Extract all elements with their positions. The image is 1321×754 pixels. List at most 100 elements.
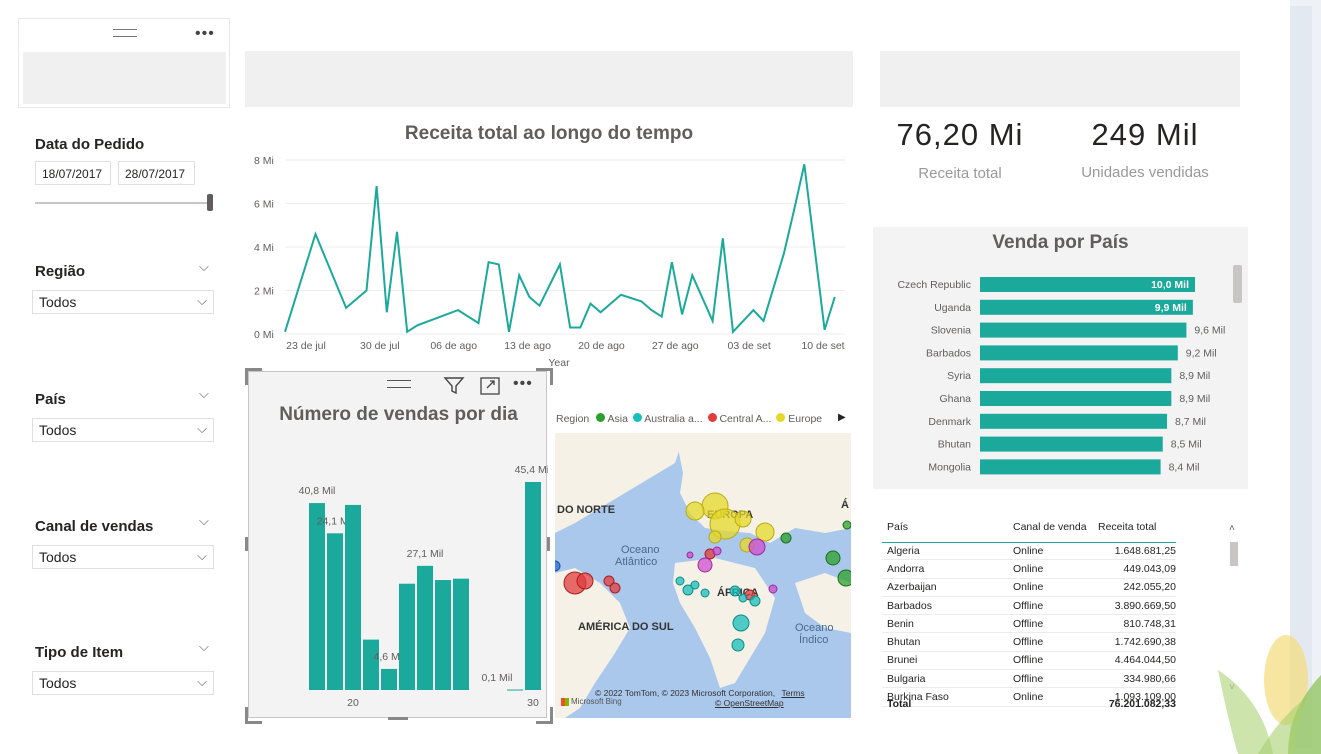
table-row[interactable]: Brunei Offline 4.464.044,50 [882,652,1176,671]
country-label: Uganda [934,302,971,314]
table-row[interactable]: Bulgaria Offline 334.980,66 [882,670,1176,689]
x-tick-label: 20 de ago [578,340,625,352]
more-options-icon[interactable]: ••• [195,25,215,43]
pais-dropdown[interactable]: Todos ⌵ [32,418,214,442]
country-chart-visual[interactable]: Venda por País Czech Republic 10,0 Mil Uga… [873,227,1248,489]
drag-handle-icon[interactable] [113,29,137,37]
line-chart[interactable]: 8 Mi 6 Mi 4 Mi 2 Mi 0 Mi 23 de jul 30 de jul 06… [245,145,853,370]
x-tick-label: 30 de jul [360,340,400,352]
bar-data-label: 27,1 Mil [407,548,444,560]
table-scrollbar-thumb[interactable] [1230,542,1238,566]
more-options-icon[interactable]: ••• [513,375,533,393]
corn-leaf-illustration [1218,635,1321,754]
country-bar-chart[interactable]: Czech Republic 10,0 Mil Uganda 9,9 Mil Slove… [873,267,1248,477]
kpi-revenue-label: Receita total [918,165,1002,182]
table-row[interactable]: Benin Offline 810.748,31 [882,615,1176,634]
country-chart-scrollbar[interactable] [1233,265,1242,303]
x-tick-label: 13 de ago [504,340,551,352]
country-chart-title: Venda por País [992,232,1129,253]
bar [309,503,325,690]
map-label: DO NORTE [557,504,615,516]
bar-data-label: 40,8 Mil [299,485,336,497]
bar [507,689,523,691]
cell-country: Barbados [887,599,932,612]
chevron-down-icon[interactable]: ⌵ [199,259,209,275]
selection-handle[interactable] [536,368,553,385]
tipo-slicer-title: Tipo de Item [35,644,124,661]
canal-dropdown[interactable]: Todos ⌵ [32,545,214,569]
cell-revenue: 334.980,66 [1123,672,1176,685]
osm-link[interactable]: © OpenStreetMap [715,698,784,708]
selection-handle[interactable] [388,717,408,720]
country-label: Denmark [928,416,971,428]
selection-handle[interactable] [245,368,262,385]
header-channel[interactable]: Canal de venda [1013,521,1098,533]
date-slider-track[interactable] [35,202,210,204]
legend-label: Australia a... [644,413,703,425]
top-left-visual[interactable]: ••• [18,18,230,108]
cell-channel: Online [1013,581,1044,594]
table-total-row: Total 76.201.082,33 [882,695,1176,713]
canal-dropdown-value: Todos [39,549,77,565]
bar [435,580,451,690]
cell-channel: Offline [1013,636,1044,649]
scroll-up-icon[interactable]: ˄ [1229,523,1235,534]
bar [417,565,433,690]
country-value-label: 9,9 Mil [1155,302,1187,314]
drag-handle-icon[interactable] [387,380,411,388]
bar [363,639,379,690]
country-bar [980,368,1172,384]
bar-chart[interactable]: 40,8 Mil24,1 Mil4,6 Mil27,1 Mil0,1 Mil45… [249,432,548,717]
header-country[interactable]: País [882,521,1013,533]
attribution-text: © 2022 TomTom, © 2023 Microsoft Corporat… [595,688,776,698]
selection-handle[interactable] [547,537,550,551]
selection-handle[interactable] [245,707,262,724]
selection-handle[interactable] [536,707,553,724]
map-canvas[interactable]: DO NORTE EUROPA Oceano Atlântico ÁFRICA … [555,433,851,718]
header-revenue[interactable]: Receita total [1098,521,1176,533]
canal-slicer-title: Canal de vendas [35,518,154,535]
table-header: País Canal de venda Receita total [882,512,1176,543]
selection-handle[interactable] [245,537,248,551]
table-row[interactable]: Azerbaijan Online 242.055,20 [882,579,1176,597]
terms-link[interactable]: Terms [781,688,804,698]
date-slider-handle[interactable] [207,194,213,211]
chevron-down-icon[interactable]: ⌵ [199,513,209,529]
country-bar [980,413,1168,429]
table-row[interactable]: Bhutan Offline 1.742.690,38 [882,633,1176,652]
filter-icon[interactable] [443,376,465,396]
top-right-placeholder [880,51,1240,107]
bar-data-label: 45,4 Mil [515,464,548,476]
date-end-input[interactable]: 28/07/2017 [118,161,195,185]
y-tick-label: 4 Mi [254,242,274,254]
data-table[interactable]: País Canal de venda Receita total Algeri… [880,512,1240,717]
table-row[interactable]: Barbados Offline 3.890.669,50 [882,597,1176,616]
focus-mode-icon[interactable] [479,376,501,396]
regiao-dropdown[interactable]: Todos ⌵ [32,290,214,314]
map-visual[interactable]: Region Asia Australia a... Central A... … [553,405,853,720]
cell-channel: Offline [1013,654,1044,667]
table-row[interactable]: Algeria Online 1.648.681,25 [882,542,1176,561]
legend-next-arrow-icon[interactable]: ▶ [838,412,846,423]
bar-chart-visual[interactable]: ••• Número de vendas por dia 40,8 Mil 24,… [248,371,548,718]
cell-revenue: 449.043,09 [1123,562,1176,575]
chevron-down-icon[interactable]: ⌵ [199,639,209,655]
table-row[interactable]: Andorra Online 449.043,09 [882,560,1176,579]
country-value-label: 8,9 Mil [1179,370,1210,382]
x-tick-label: 27 de ago [652,340,699,352]
country-value-label: 9,6 Mil [1194,325,1225,337]
regiao-dropdown-value: Todos [39,294,77,310]
total-label: Total [887,698,912,710]
map-label: Índico [799,633,828,646]
top-center-placeholder [245,51,853,107]
chevron-down-icon[interactable]: ⌵ [199,386,209,402]
kpi-revenue-value: 76,20 Mi [896,117,1024,152]
country-label: Barbados [926,347,971,359]
tipo-dropdown[interactable]: Todos ⌵ [32,671,214,695]
bar [453,578,469,690]
x-tick-label: 20 [347,697,359,709]
cell-revenue: 4.464.044,50 [1114,654,1176,667]
y-tick-label: 2 Mi [254,286,274,298]
date-start-input[interactable]: 18/07/2017 [35,161,111,185]
date-slicer-title: Data do Pedido [35,136,145,153]
